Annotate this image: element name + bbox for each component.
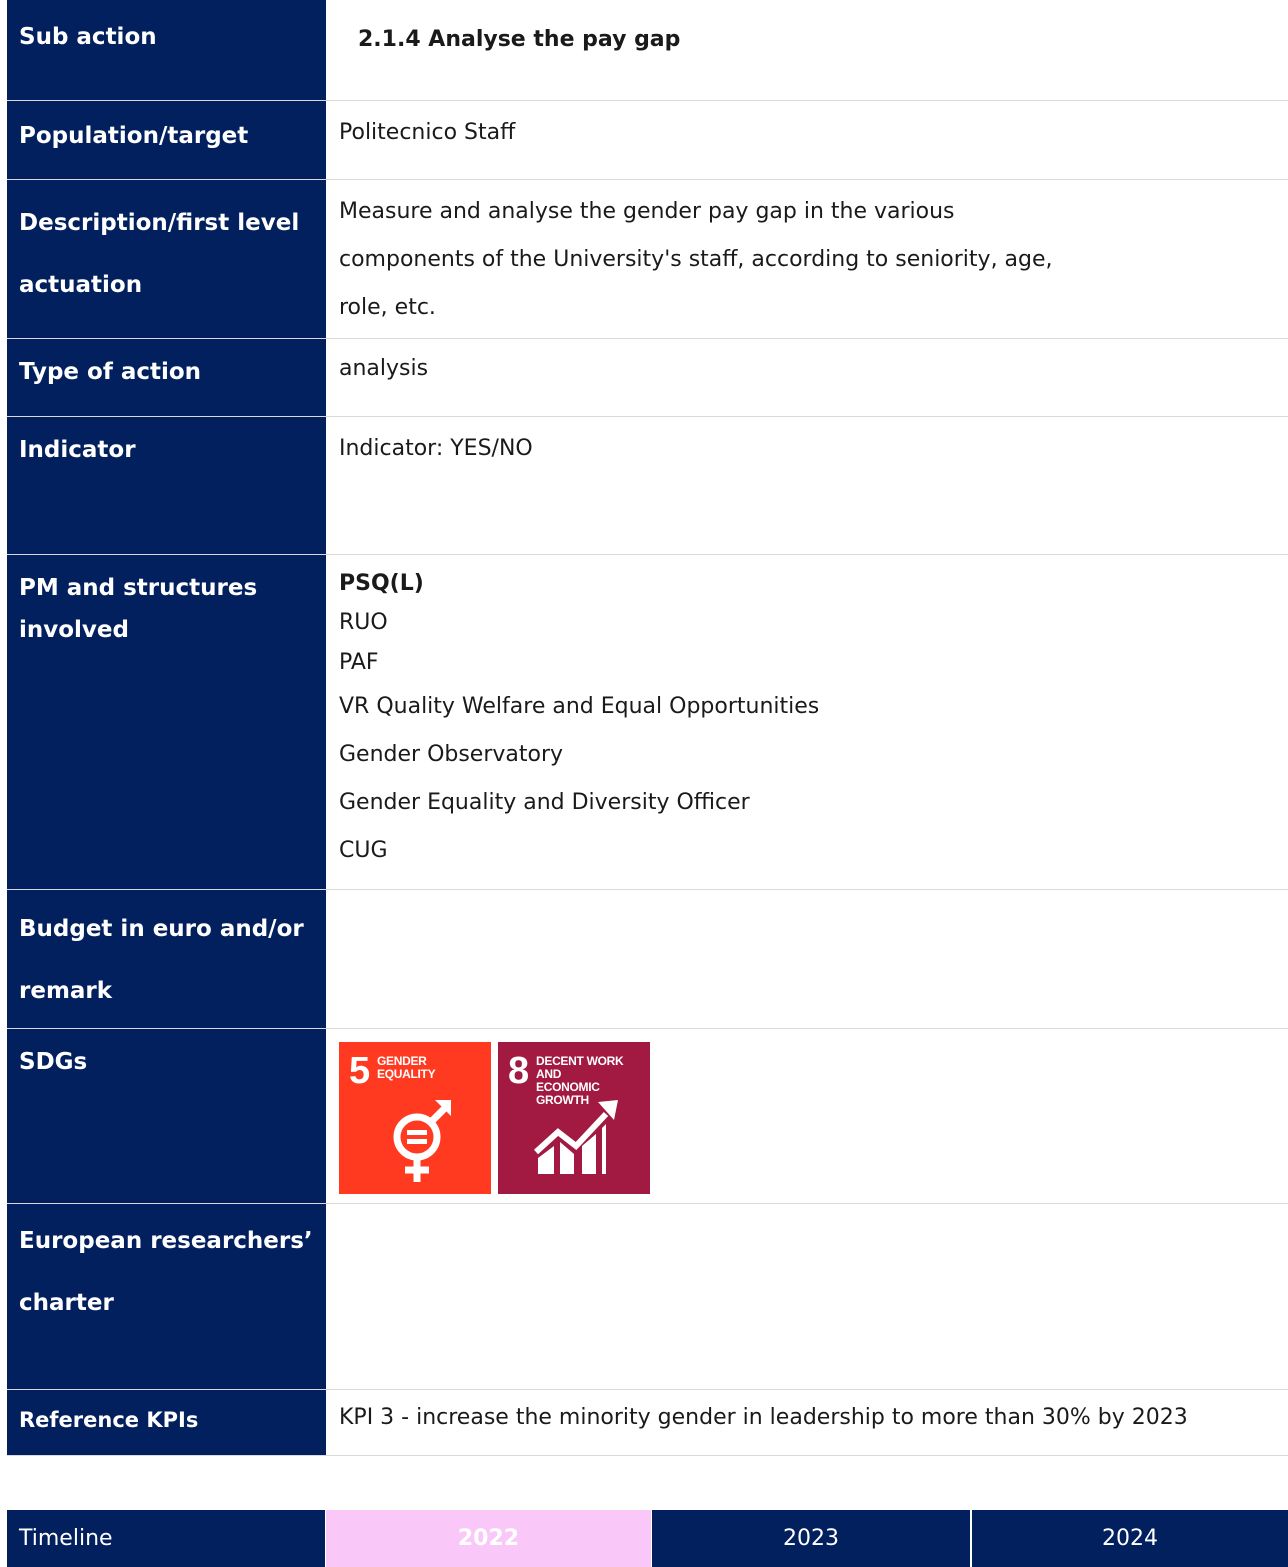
pm-item: Gender Observatory bbox=[339, 742, 564, 767]
row-indicator: Indicator Indicator: YES/NO bbox=[7, 417, 1288, 555]
description-value: Measure and analyse the gender pay gap i… bbox=[326, 180, 1288, 338]
row-label: Indicator bbox=[7, 417, 326, 554]
row-label: Type of action bbox=[7, 339, 326, 416]
row-label: Reference KPIs bbox=[7, 1390, 326, 1455]
pm-item: PAF bbox=[339, 650, 379, 675]
row-label: Budget in euro and/or remark bbox=[7, 890, 326, 1028]
pm-item: RUO bbox=[339, 610, 388, 635]
row-label: Sub action bbox=[7, 0, 326, 100]
population-value: Politecnico Staff bbox=[339, 120, 516, 145]
description-line: Measure and analyse the gender pay gap i… bbox=[339, 199, 955, 224]
pm-item: VR Quality Welfare and Equal Opportuniti… bbox=[339, 694, 820, 719]
description-line: role, etc. bbox=[339, 295, 436, 320]
row-reference-kpis: Reference KPIs KPI 3 - increase the mino… bbox=[7, 1390, 1288, 1456]
economic-growth-icon bbox=[533, 1100, 618, 1174]
pm-lead: PSQ(L) bbox=[339, 571, 424, 596]
timeline-year: 2023 bbox=[652, 1510, 970, 1567]
pm-item: Gender Equality and Diversity Officer bbox=[339, 790, 750, 815]
pm-structures-list: PSQ(L) RUO PAF VR Quality Welfare and Eq… bbox=[326, 555, 1288, 889]
sdg-tiles: 5 GENDER EQUALITY 8 DECENT WORK AND ECON… bbox=[326, 1029, 1288, 1203]
row-label: SDGs bbox=[7, 1029, 326, 1203]
action-table: Sub action 2.1.4 Analyse the pay gap Pop… bbox=[7, 0, 1288, 1456]
row-type-of-action: Type of action analysis bbox=[7, 339, 1288, 417]
european-charter-value bbox=[326, 1204, 1288, 1389]
row-population-target: Population/target Politecnico Staff bbox=[7, 101, 1288, 180]
timeline-label: Timeline bbox=[7, 1510, 325, 1567]
row-description: Description/first level actuation Measur… bbox=[7, 180, 1288, 339]
row-label: PM and structures involved bbox=[7, 555, 326, 889]
gender-equality-icon bbox=[393, 1100, 451, 1182]
type-of-action-value: analysis bbox=[339, 356, 429, 381]
reference-kpis-value: KPI 3 - increase the minority gender in … bbox=[339, 1405, 1188, 1430]
row-sub-action: Sub action 2.1.4 Analyse the pay gap bbox=[7, 0, 1288, 101]
row-pm-structures: PM and structures involved PSQ(L) RUO PA… bbox=[7, 555, 1288, 890]
row-label: Description/first level actuation bbox=[7, 180, 326, 338]
timeline-bar: Timeline 2022 2023 2024 bbox=[7, 1510, 1288, 1567]
timeline-year-active: 2022 bbox=[326, 1510, 651, 1567]
sdg-5-tile: 5 GENDER EQUALITY bbox=[339, 1042, 491, 1194]
pm-item: CUG bbox=[339, 838, 388, 863]
budget-value bbox=[326, 890, 1288, 1028]
sub-action-value: 2.1.4 Analyse the pay gap bbox=[358, 27, 681, 52]
row-label: European researchers’ charter bbox=[7, 1204, 326, 1389]
row-sdgs: SDGs 5 GENDER EQUALITY 8 DECENT WORK AND… bbox=[7, 1029, 1288, 1204]
timeline-year: 2024 bbox=[972, 1510, 1288, 1567]
row-label: Population/target bbox=[7, 101, 326, 179]
indicator-value: Indicator: YES/NO bbox=[339, 436, 533, 461]
sdg-8-tile: 8 DECENT WORK AND ECONOMIC GROWTH bbox=[498, 1042, 650, 1194]
row-budget: Budget in euro and/or remark bbox=[7, 890, 1288, 1029]
description-line: components of the University's staff, ac… bbox=[339, 247, 1053, 272]
row-european-charter: European researchers’ charter bbox=[7, 1204, 1288, 1390]
